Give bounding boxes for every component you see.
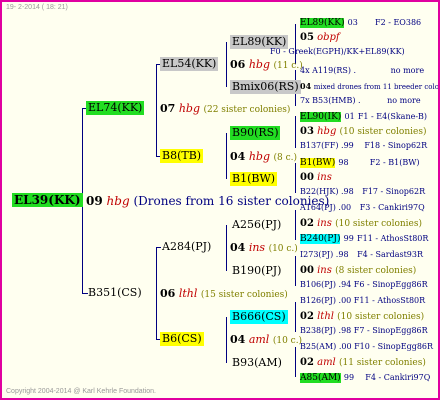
right-row: A164(PJ) .00 F3 - Cankiri97Q [300,203,425,212]
right-row: A85(AM) 99 F4 - Cankiri97Q [300,373,431,383]
connector [295,210,296,240]
gen2-b-detail: 04 hbg (8 c.) [230,150,297,163]
right-row: B106(PJ) .94 F6 - SinopEgg86R [300,280,428,289]
right-row: B240(PJ) 99 F11 - AthosSt80R [300,234,429,244]
gen1-bottom-id[interactable]: B351(CS) [86,286,144,300]
gen3-c-id[interactable]: B90(RS) [230,126,281,140]
gen3-g-id[interactable]: B666(CS) [230,310,288,324]
right-row: B238(PJ) .98 F7 - SinopEgg86R [300,326,428,335]
gen2-d-detail: 04 aml (10 c.) [230,333,303,346]
gen3-e-id[interactable]: A256(PJ) [230,218,283,232]
connector [226,42,227,87]
right-row: I273(PJ) .98 F4 - Sardast93R [300,250,423,259]
gen2-a-detail: 06 hbg (11 c.) [230,58,303,71]
connector [295,302,296,332]
gen2-c-detail: 04 ins (10 c.) [230,241,298,254]
connector [156,247,157,339]
gen2-d-id[interactable]: B6(CS) [160,332,204,346]
right-row: 4x A119(RS) . no more [300,66,425,75]
right-row: EL90(IK) 01 F1 - E4(Skane-B) [300,112,428,122]
right-row: F0 - Greek(EGPH)/KK+EL89(KK) [270,47,405,56]
right-row: B22(HJK) .98 F17 - Sinop62R [300,187,426,196]
header-date: 19- 2-2014 ( 18: 21) [6,4,68,11]
gen3-d-id[interactable]: B1(BW) [230,172,278,186]
right-row: 00 ins [300,172,332,183]
right-row: B126(PJ) .00 F11 - AthosSt80R [300,296,426,305]
right-row: 03 hbg (10 sister colonies) [300,126,427,137]
right-row: 05 obpf [300,32,340,43]
connector [295,347,296,377]
pedigree-panel: 19- 2-2014 ( 18: 21) EL39(KK) 09 hbg (Dr… [0,0,440,400]
copyright: Copyright 2004-2014 @ Karl Kehrle Founda… [6,388,156,395]
right-row: 02 aml (11 sister colonies) [300,357,426,368]
root-queen-id[interactable]: EL39(KK) [12,193,83,207]
connector [226,225,227,271]
gen2-c-id[interactable]: A284(PJ) [160,240,213,254]
right-row: 02 lthl (10 sister colonies) [300,311,425,322]
gen3-b-id[interactable]: Bmix06(RS) [230,80,301,94]
gen2-a-id[interactable]: EL54(KK) [160,57,219,71]
gen1-bottom-detail: 06 lthl (15 sister colonies) [160,287,288,300]
connector [226,317,227,363]
gen1-top-detail: 07 hbg (22 sister colonies) [160,102,291,115]
connector [226,133,227,179]
connector [295,163,296,193]
right-row: B1(BW) 98 F2 - B1(BW) [300,158,420,168]
connector [295,116,296,148]
root-detail: 09 hbg (Drones from 16 sister colonies) [86,194,330,208]
gen1-top-id[interactable]: EL74(KK) [86,101,145,115]
gen3-h-id[interactable]: B93(AM) [230,356,284,370]
right-row: 7x B53(HMB) . no more [300,96,421,105]
right-row: B25(AM) .00 F10 - SinopEgg86R [300,342,434,351]
right-row: EL89(KK) 03 F2 - EO386 [300,18,422,28]
gen2-b-id[interactable]: B8(TB) [160,149,204,163]
connector [156,64,157,156]
right-row: 04 mixed drones from 11 breeder colonies [300,81,440,91]
gen3-f-id[interactable]: B190(PJ) [230,264,283,278]
right-row: B137(FF) .99 F18 - Sinop62R [300,141,428,150]
connector [295,256,296,286]
right-row: 02 ins (10 sister colonies) [300,218,423,229]
right-row: 00 ins (8 sister colonies) [300,265,417,276]
